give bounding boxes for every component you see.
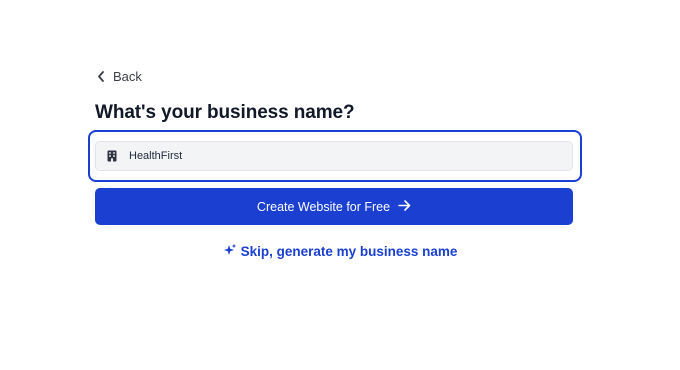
- create-website-button[interactable]: Create Website for Free: [95, 188, 573, 225]
- sparkles-icon: [223, 243, 237, 260]
- arrow-right-icon: [398, 199, 411, 214]
- page-title: What's your business name?: [95, 102, 355, 123]
- business-name-input[interactable]: [129, 150, 549, 162]
- back-link[interactable]: Back: [97, 69, 142, 84]
- back-label: Back: [113, 69, 142, 84]
- skip-generate-link[interactable]: Skip, generate my business name: [223, 243, 458, 260]
- skip-link-row: Skip, generate my business name: [0, 243, 680, 260]
- building-icon: [106, 150, 118, 162]
- create-website-label: Create Website for Free: [256, 199, 391, 214]
- business-name-page: Back What's your business name? Create W…: [0, 0, 680, 370]
- business-name-field[interactable]: [95, 141, 573, 171]
- chevron-left-icon: [97, 71, 105, 82]
- skip-label: Skip, generate my business name: [240, 244, 458, 259]
